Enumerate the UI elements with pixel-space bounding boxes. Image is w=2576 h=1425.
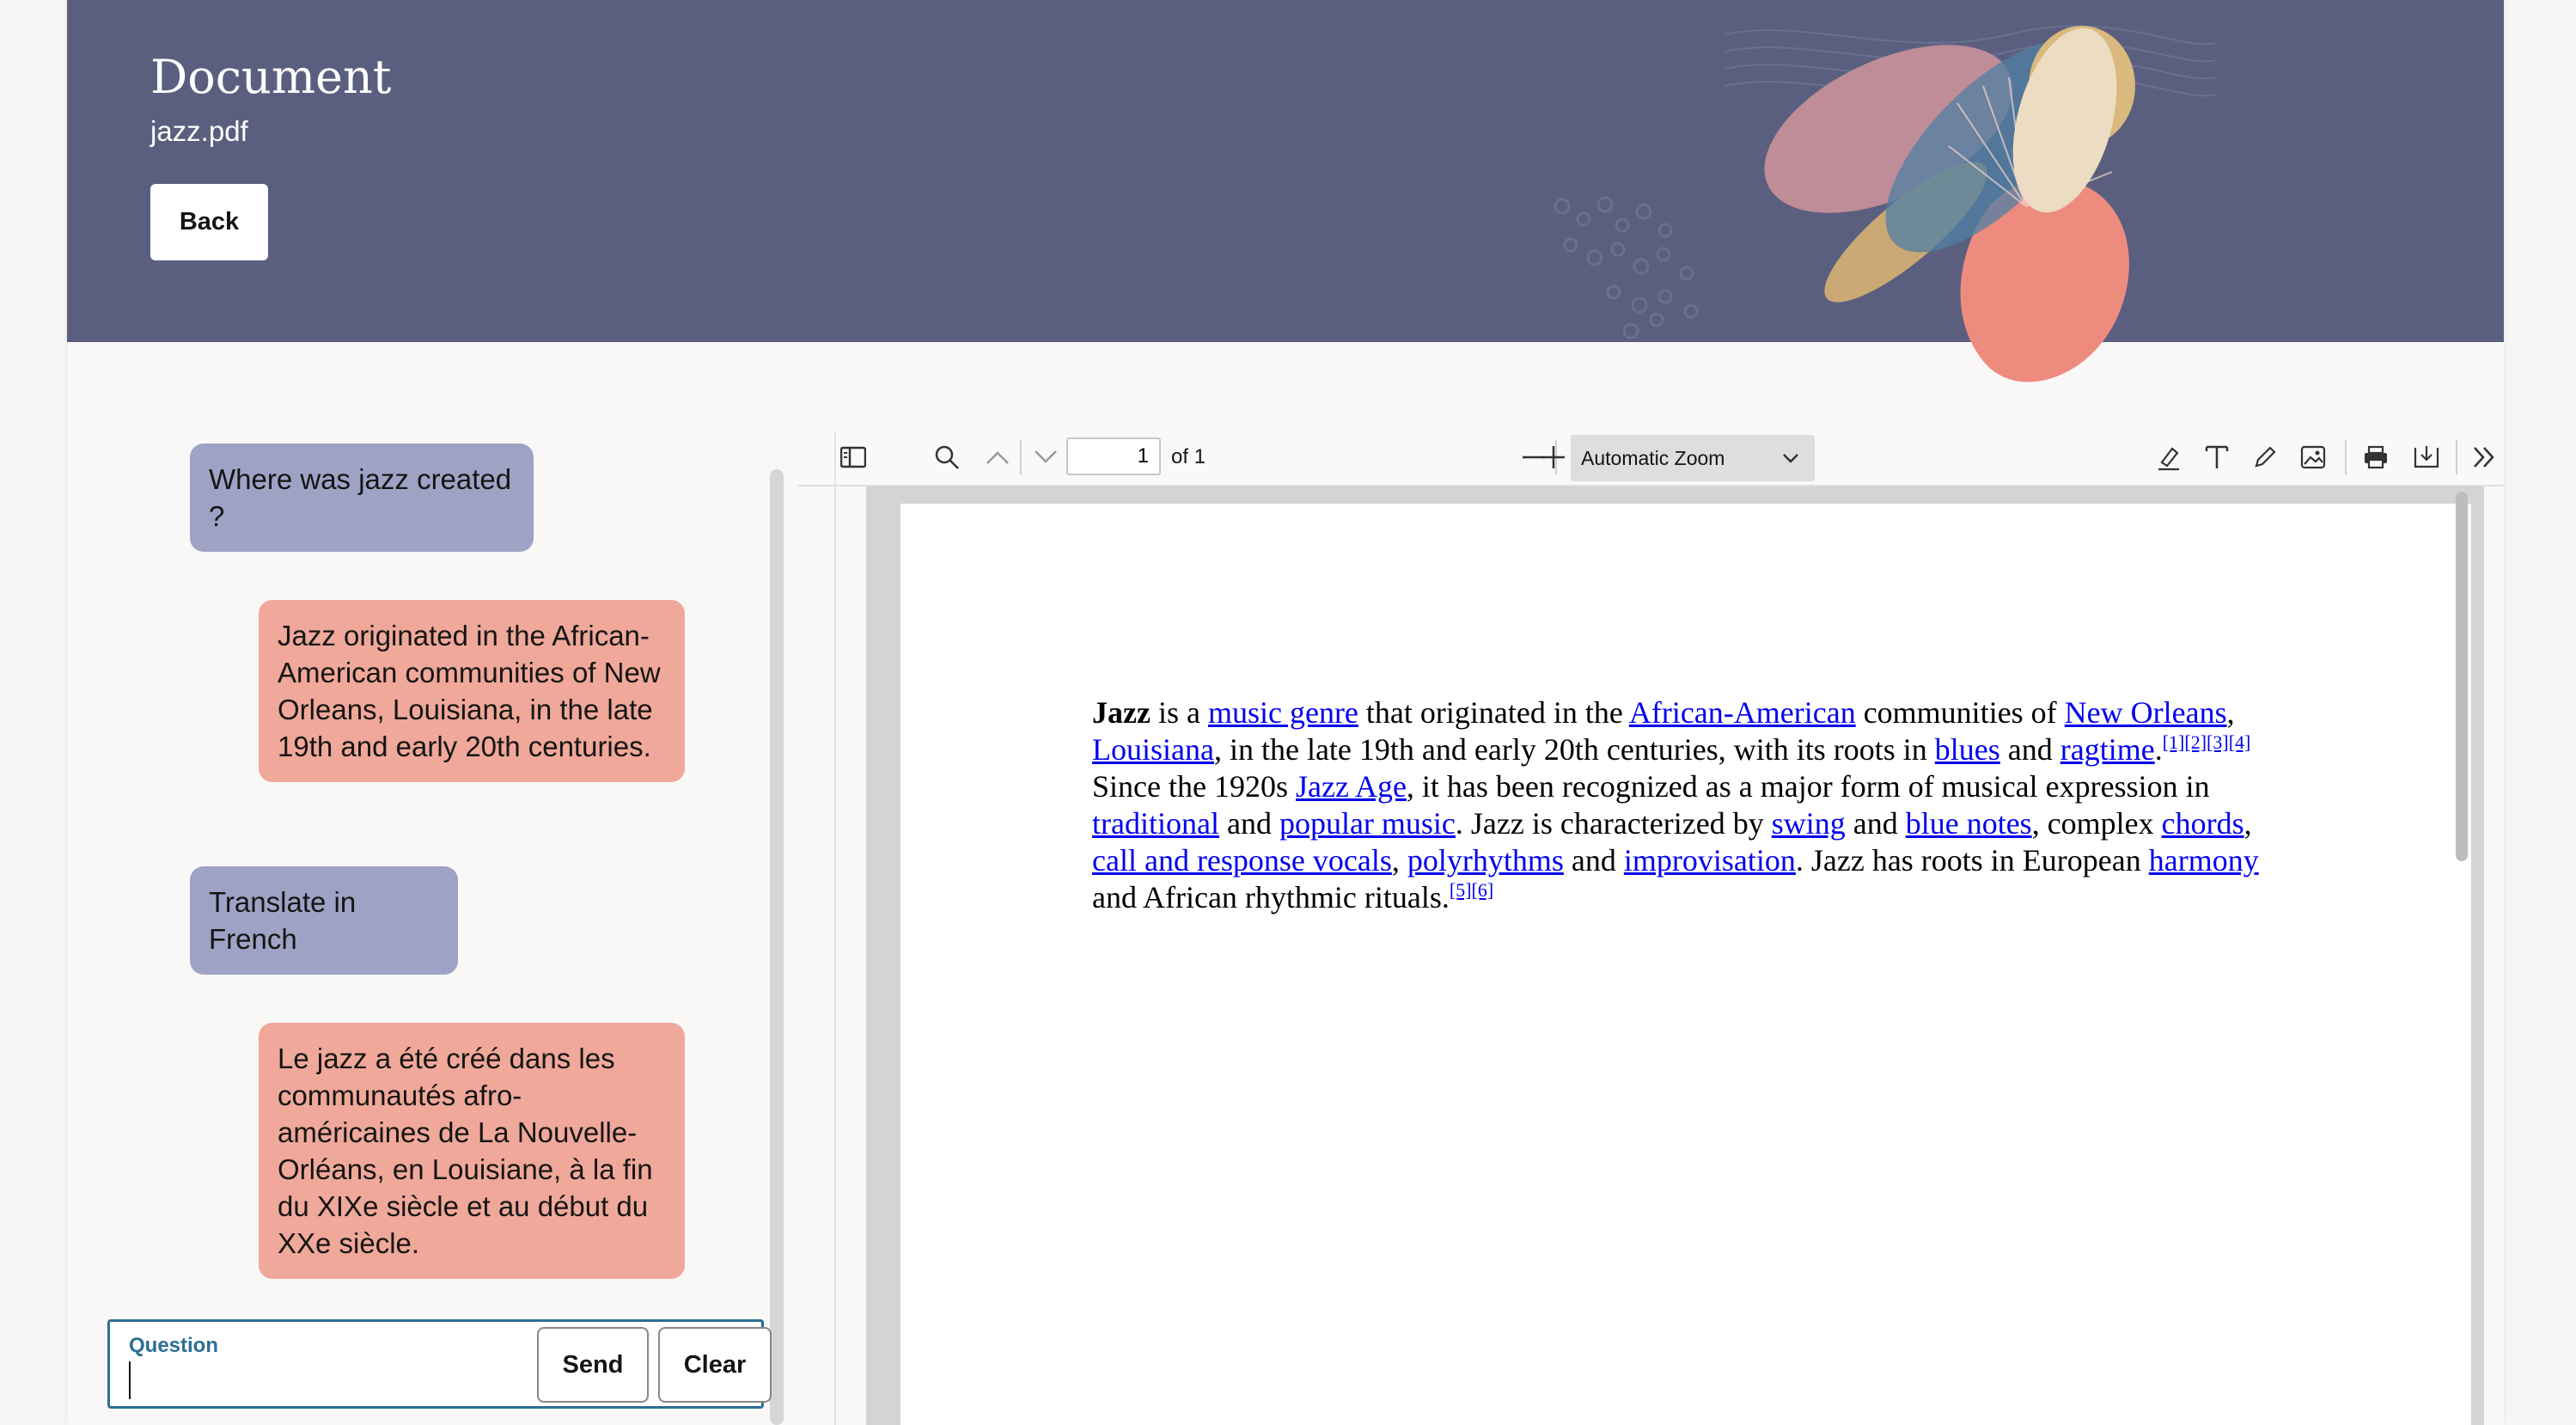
- send-button[interactable]: Send: [537, 1327, 649, 1403]
- page-title: Document: [150, 50, 392, 104]
- pdf-link[interactable]: African-American: [1629, 695, 1856, 730]
- user-message: Where was jazz created ?: [190, 443, 534, 552]
- pdf-text-run: is a: [1150, 695, 1208, 730]
- question-label: Question: [129, 1334, 219, 1357]
- page-number-input[interactable]: [1066, 437, 1161, 475]
- pdf-text-run: that originated in the: [1358, 695, 1629, 730]
- pdf-link[interactable]: call and response vocals: [1092, 843, 1392, 878]
- citation-link[interactable]: [5][6]: [1450, 879, 1493, 901]
- page-container: Document jazz.pdf Back Where was jazz cr…: [67, 0, 2504, 1425]
- toolbar-separator: [2345, 440, 2347, 474]
- citation: [1][2][3][4]: [2163, 731, 2251, 753]
- draw-icon[interactable]: [2246, 438, 2284, 476]
- assistant-message: Le jazz a été créé dans les communautés …: [259, 1023, 685, 1279]
- citation: [5][6]: [1450, 879, 1493, 901]
- pdf-link[interactable]: blues: [1935, 732, 2000, 767]
- page-count: of 1: [1171, 445, 1206, 468]
- pdf-text-run: , it has been recognized as a major form…: [1406, 769, 2210, 804]
- pdf-link[interactable]: swing: [1772, 806, 1846, 841]
- pdf-canvas-area: Jazz is a music genre that originated in…: [866, 486, 2484, 1425]
- zoom-select[interactable]: Automatic Zoom: [1571, 435, 1815, 481]
- clear-button[interactable]: Clear: [658, 1327, 772, 1403]
- chat-scrollbar[interactable]: [770, 469, 784, 1425]
- pdf-link[interactable]: ragtime: [2060, 732, 2155, 767]
- chevron-down-icon[interactable]: [1027, 438, 1065, 476]
- pdf-page: Jazz is a music genre that originated in…: [900, 504, 2471, 1425]
- pdf-text-run: communities of: [1855, 695, 2065, 730]
- pdf-link[interactable]: music genre: [1208, 695, 1358, 730]
- pdf-link[interactable]: New Orleans: [2065, 695, 2227, 730]
- double-chevron-right-icon[interactable]: [2465, 438, 2503, 476]
- pdf-text-run: and: [1999, 732, 2060, 767]
- pdf-toolbar: of 1 Automatic Zoom: [798, 431, 2504, 486]
- document-filename: jazz.pdf: [150, 115, 248, 147]
- text-icon[interactable]: [2198, 438, 2236, 476]
- pdf-text-run: . Jazz is characterized by: [1455, 806, 1772, 841]
- chevron-up-icon[interactable]: [979, 438, 1016, 476]
- assistant-message: Jazz originated in the African-American …: [259, 600, 685, 782]
- pdf-text-run: and: [1218, 806, 1279, 841]
- pdf-paragraph: Jazz is a music genre that originated in…: [1092, 694, 2278, 916]
- pdf-link[interactable]: harmony: [2149, 843, 2259, 878]
- plus-icon[interactable]: [1535, 438, 1572, 476]
- pdf-link[interactable]: Louisiana: [1092, 732, 1214, 767]
- zoom-value: Automatic Zoom: [1581, 447, 1725, 469]
- chat-panel: Where was jazz created ? Jazz originated…: [67, 342, 784, 1425]
- search-icon[interactable]: [928, 438, 966, 476]
- question-input[interactable]: [129, 1361, 521, 1399]
- image-icon[interactable]: [2294, 438, 2332, 476]
- pdf-text-run: , complex: [2031, 806, 2162, 841]
- print-icon[interactable]: [2357, 438, 2395, 476]
- pdf-text-run: and: [1845, 806, 1906, 841]
- pdf-text-run: ,: [2226, 695, 2235, 730]
- pdf-text-run: Since the 1920s: [1092, 769, 1296, 804]
- bold-term: Jazz: [1092, 695, 1151, 730]
- pdf-link[interactable]: polyrhythms: [1407, 843, 1564, 878]
- pdf-text-run: ,: [2243, 806, 2252, 841]
- chevron-down-icon: [1782, 446, 1799, 469]
- user-message: Translate in French: [190, 866, 458, 975]
- pdf-link[interactable]: popular music: [1279, 806, 1456, 841]
- pdf-text-run: ,: [1391, 843, 1407, 878]
- toolbar-separator: [1020, 440, 1022, 474]
- download-icon[interactable]: [2408, 438, 2445, 476]
- pdf-link[interactable]: blue notes: [1906, 806, 2032, 841]
- question-field[interactable]: Question Send Clear: [107, 1319, 772, 1409]
- pdf-text-run: and African rhythmic rituals.: [1092, 880, 1450, 914]
- header-banner: Document jazz.pdf Back: [67, 0, 2504, 382]
- pdf-text-run: , in the late 19th and early 20th centur…: [1213, 732, 1935, 767]
- back-button[interactable]: Back: [150, 184, 268, 260]
- pdf-text-run: and: [1563, 843, 1624, 878]
- pdf-link[interactable]: traditional: [1092, 806, 1219, 841]
- pdf-text-run: .: [2154, 732, 2163, 767]
- pdf-scrollbar[interactable]: [2456, 492, 2468, 861]
- pdf-link[interactable]: chords: [2162, 806, 2244, 841]
- toolbar-separator: [2456, 440, 2457, 474]
- decorative-artwork: [1554, 25, 2215, 382]
- sidebar-toggle-icon[interactable]: [834, 438, 872, 476]
- panel-divider: [834, 431, 836, 1425]
- pdf-link[interactable]: improvisation: [1624, 843, 1796, 878]
- citation-link[interactable]: [1][2][3][4]: [2163, 731, 2251, 753]
- pdf-text-run: . Jazz has roots in European: [1795, 843, 2149, 878]
- pdf-link[interactable]: Jazz Age: [1296, 769, 1407, 804]
- pdf-viewer: of 1 Automatic Zoom: [798, 431, 2504, 1425]
- highlight-icon[interactable]: [2150, 438, 2188, 476]
